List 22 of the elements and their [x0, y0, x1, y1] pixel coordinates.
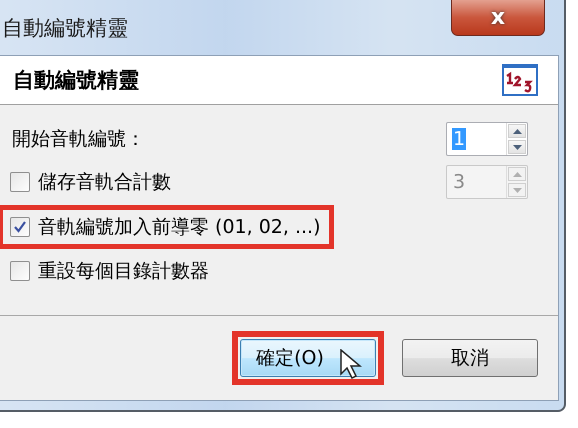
start-number-label: 開始音軌編號：: [12, 127, 145, 152]
close-button[interactable]: x: [451, 0, 545, 36]
spin-down-button[interactable]: [508, 140, 526, 154]
numbering-icon: [502, 64, 538, 96]
checkbox-label: 儲存音軌合計數: [38, 170, 171, 195]
checkbox[interactable]: [10, 172, 30, 192]
spin-up-button[interactable]: [508, 124, 526, 138]
down-arrow-icon: [512, 144, 522, 150]
spinbox-value: 3: [452, 171, 466, 193]
spinbox-value: 1: [452, 128, 466, 150]
down-arrow-icon: [512, 188, 522, 192]
checkbox-label: 音軌編號加入前導零 (01, 02, ...): [38, 215, 320, 240]
ok-button[interactable]: 確定(O): [240, 339, 376, 377]
wizard-title: 自動編號精靈: [13, 67, 139, 94]
checkbox-label: 重設每個目錄計數器: [38, 259, 209, 284]
checkbox[interactable]: [10, 217, 30, 237]
up-arrow-icon: [512, 172, 522, 176]
window-title: 自動編號精靈: [1, 15, 128, 42]
cancel-button[interactable]: 取消: [402, 339, 538, 377]
checkbox[interactable]: [10, 261, 30, 281]
up-arrow-icon: [512, 128, 522, 134]
number-spinbox[interactable]: 1: [446, 122, 528, 156]
